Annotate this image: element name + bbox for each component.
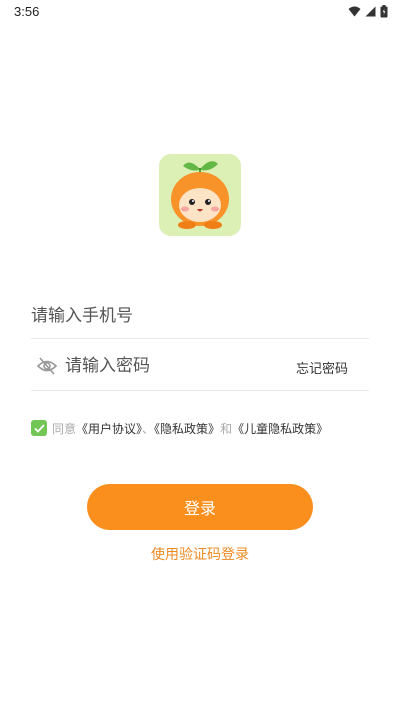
agreement-checkbox[interactable]	[31, 420, 47, 436]
signal-icon	[365, 6, 376, 17]
user-agreement-link[interactable]: 《用户协议》	[76, 422, 142, 436]
forgot-password-link[interactable]: 忘记密码	[296, 358, 348, 377]
eye-off-icon[interactable]	[37, 357, 57, 375]
agreement-row: 同意《用户协议》、《隐私政策》和《儿童隐私政策》	[31, 418, 376, 438]
child-privacy-policy-link[interactable]: 《儿童隐私政策》	[232, 422, 328, 436]
status-icons	[348, 5, 388, 18]
check-icon	[33, 423, 45, 433]
privacy-policy-link[interactable]: 《隐私政策》	[154, 422, 220, 436]
phone-input[interactable]	[31, 293, 369, 338]
orange-mascot-icon	[171, 161, 229, 229]
agreement-conjunction: 和	[220, 421, 233, 436]
wifi-icon	[348, 6, 361, 17]
status-time: 3:56	[14, 4, 40, 19]
sms-login-link[interactable]: 使用验证码登录	[0, 544, 400, 564]
login-button[interactable]: 登录	[87, 484, 313, 530]
battery-icon	[380, 5, 388, 18]
agreement-text: 同意《用户协议》、《隐私政策》和《儿童隐私政策》	[52, 420, 328, 437]
app-logo	[159, 154, 241, 236]
status-bar: 3:56	[0, 0, 400, 24]
password-input[interactable]	[65, 341, 285, 390]
agreement-separator: 、	[142, 421, 155, 436]
agreement-prefix: 同意	[52, 421, 77, 436]
password-field-row: 忘记密码	[31, 341, 369, 391]
phone-field-row	[31, 293, 369, 339]
